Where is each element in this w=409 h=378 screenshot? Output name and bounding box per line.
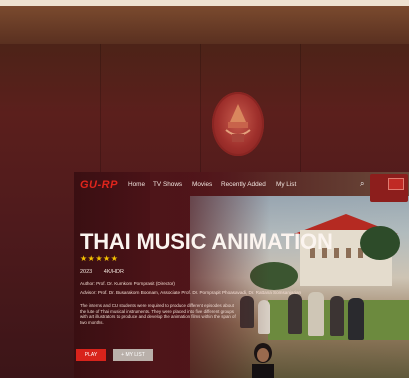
building-window [346,248,351,258]
release-year: 2023 [80,269,93,275]
hero-person [348,298,364,340]
nav-item-home[interactable]: Home [128,181,145,188]
quality-badge: 4K/HDR [103,269,124,275]
building-window [334,248,339,258]
university-emblem [212,92,264,156]
emblem-crown-icon [225,104,251,142]
search-icon[interactable]: ⌕ [360,179,364,189]
nav-item-my-list[interactable]: My List [276,181,296,188]
hero-title: THAI MUSIC ANIMATION [80,229,333,254]
hero-meta: 2023 4K/HDR [80,269,134,275]
advisor-credit: Advisor: Prof. Dr. Busarakorn Boonam, As… [80,290,302,295]
photo-stage: GU-RP Home TV Shows Movies Recently Adde… [0,0,409,378]
top-navigation: GU-RP Home TV Shows Movies Recently Adde… [80,179,409,193]
nav-item-recently-added[interactable]: Recently Added [221,181,266,188]
hero-person [308,292,324,336]
author-credit: Author: Prof. Dr. Kumkom Pornprasit (Dir… [80,281,175,286]
presenter-silhouette [252,343,274,378]
brand-logo[interactable]: GU-RP [80,179,118,191]
rating-stars: ★★★★★ [80,254,119,263]
hero-tree [360,226,400,260]
hero-person [330,296,344,336]
nav-item-tv-shows[interactable]: TV Shows [153,181,182,188]
nav-item-movies[interactable]: Movies [192,181,212,188]
ceiling-wood-panel [0,6,409,44]
play-button[interactable]: PLAY [76,349,106,361]
hero-person [288,294,302,334]
add-to-my-list-button[interactable]: + MY LIST [113,349,153,361]
profile-avatar-icon [388,178,404,190]
hero-description: The interns and CU students were require… [80,303,236,325]
